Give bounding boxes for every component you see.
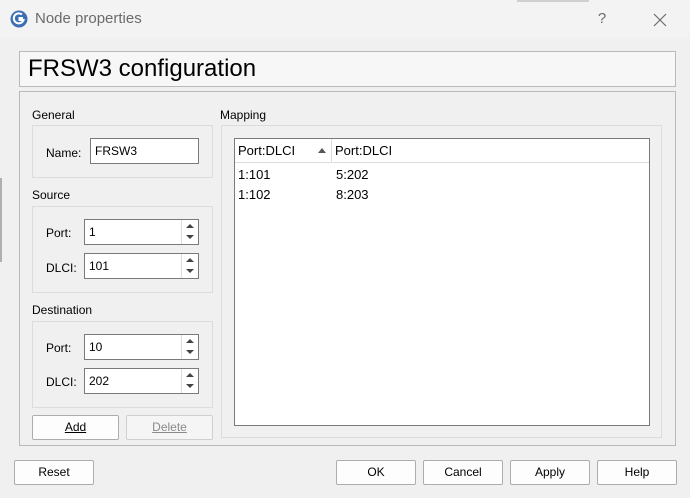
source-port-value: 1 [89, 225, 96, 239]
arrow-up-icon[interactable] [182, 254, 198, 266]
destination-port-label: Port: [46, 341, 72, 355]
general-group-label: General [32, 108, 75, 122]
destination-port-value: 10 [89, 340, 103, 354]
spin-buttons [181, 254, 198, 278]
sort-ascending-icon [318, 148, 326, 153]
source-dlci-label: DLCI: [46, 261, 77, 275]
cancel-button-label: Cancel [444, 465, 482, 479]
spin-buttons [181, 369, 198, 393]
arrow-down-icon[interactable] [182, 381, 198, 393]
help-icon[interactable]: ? [592, 9, 612, 29]
table-row[interactable]: 1:102 8:203 [235, 185, 649, 205]
name-label: Name: [46, 146, 82, 160]
reset-button[interactable]: Reset [14, 460, 94, 485]
mapping-table-header: Port:DLCI Port:DLCI [235, 139, 649, 163]
help-button-label: Help [624, 465, 650, 479]
title-bar: Node properties ? [0, 0, 690, 38]
table-row[interactable]: 1:101 5:202 [235, 165, 649, 185]
destination-dlci-spinbox[interactable]: 202 [84, 368, 199, 394]
table-cell: 1:101 [238, 167, 271, 182]
column-header-destination[interactable]: Port:DLCI [332, 139, 532, 162]
window-title: Node properties [35, 10, 142, 27]
source-port-label: Port: [46, 226, 72, 240]
ok-button[interactable]: OK [336, 460, 416, 485]
spin-buttons [181, 220, 198, 244]
delete-button-label: Delete [152, 420, 187, 434]
spin-buttons [181, 335, 198, 359]
title-bar-accent [517, 0, 589, 2]
arrow-up-icon[interactable] [182, 335, 198, 347]
column-header-source[interactable]: Port:DLCI [235, 139, 332, 162]
delete-button[interactable]: Delete [126, 415, 213, 440]
arrow-down-icon[interactable] [182, 266, 198, 278]
arrow-up-icon[interactable] [182, 220, 198, 232]
mapping-group-label: Mapping [220, 108, 267, 122]
config-heading-box: FRSW3 configuration [19, 51, 676, 87]
window-edge [0, 178, 2, 262]
destination-group-label: Destination [32, 303, 93, 317]
close-icon[interactable] [648, 8, 672, 32]
apply-button-label: Apply [534, 465, 566, 479]
column-header-destination-label: Port:DLCI [335, 143, 393, 158]
arrow-down-icon[interactable] [182, 347, 198, 359]
arrow-down-icon[interactable] [182, 232, 198, 244]
name-input[interactable]: FRSW3 [90, 138, 199, 164]
destination-dlci-value: 202 [89, 374, 110, 388]
destination-dlci-label: DLCI: [46, 375, 77, 389]
cancel-button[interactable]: Cancel [423, 460, 503, 485]
table-cell: 8:203 [336, 187, 369, 202]
help-button[interactable]: Help [597, 460, 677, 485]
destination-port-spinbox[interactable]: 10 [84, 334, 199, 360]
source-dlci-spinbox[interactable]: 101 [84, 253, 199, 279]
add-button[interactable]: Add [32, 415, 119, 440]
apply-button[interactable]: Apply [510, 460, 590, 485]
add-button-label: Add [64, 420, 87, 434]
reset-button-label: Reset [38, 465, 70, 479]
source-dlci-value: 101 [89, 259, 110, 273]
arrow-up-icon[interactable] [182, 369, 198, 381]
table-cell: 5:202 [336, 167, 369, 182]
source-group-label: Source [32, 188, 71, 202]
page-title: FRSW3 configuration [28, 55, 257, 82]
column-header-source-label: Port:DLCI [238, 143, 296, 158]
ok-button-label: OK [367, 465, 385, 479]
source-port-spinbox[interactable]: 1 [84, 219, 199, 245]
mapping-table[interactable]: Port:DLCI Port:DLCI 1:101 5:202 1:102 8:… [234, 138, 650, 426]
table-cell: 1:102 [238, 187, 271, 202]
gns3-app-icon [10, 10, 28, 28]
